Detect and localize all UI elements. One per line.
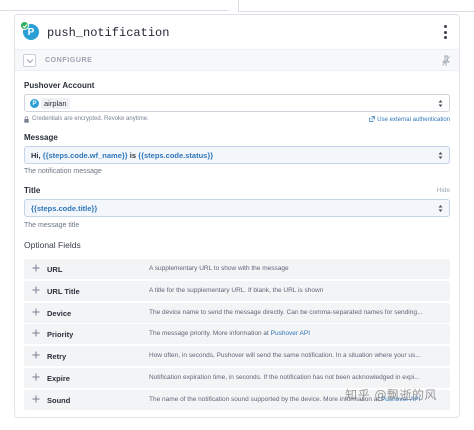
external-link-icon: [369, 116, 376, 122]
lock-icon: [24, 116, 29, 123]
title-input[interactable]: {{steps.code.title}}: [24, 199, 450, 217]
optional-field-row[interactable]: Device The device name to send the messag…: [24, 302, 450, 323]
message-value: Hi, {{steps.code.wf_name}} is {{steps.co…: [31, 151, 214, 160]
account-select[interactable]: P airplan: [24, 94, 450, 112]
updown-arrows-icon: [438, 100, 443, 107]
optional-fields-heading: Optional Fields: [24, 240, 81, 250]
optional-field-row[interactable]: URL A supplementary URL to show with the …: [24, 259, 450, 279]
chevron-down-icon[interactable]: [23, 54, 36, 67]
step-header: P push_notification: [15, 15, 459, 49]
optional-field-name: Retry: [47, 352, 67, 362]
plus-icon[interactable]: [32, 329, 40, 337]
plus-icon[interactable]: [32, 264, 40, 272]
optional-field-row[interactable]: Priority The message priority. More infor…: [24, 324, 450, 345]
optional-field-description: Notification expiration time, in seconds…: [149, 374, 420, 381]
optional-field-name: Expire: [47, 374, 70, 383]
optional-field-description: The device name to send the message dire…: [149, 308, 423, 316]
plus-icon[interactable]: [32, 308, 40, 316]
optional-field-description: A title for the supplementary URL. If bl…: [149, 286, 324, 294]
configure-section-header[interactable]: CONFIGURE: [15, 49, 459, 71]
step-title[interactable]: push_notification: [47, 26, 169, 40]
message-help: The notification message: [24, 168, 102, 175]
credentials-note: Credentials are encrypted. Revoke anytim…: [32, 116, 149, 122]
optional-field-name: Device: [47, 308, 72, 318]
credentials-row: Credentials are encrypted. Revoke anytim…: [24, 115, 450, 125]
optional-field-row[interactable]: Retry How often, in seconds, Pushover wil…: [24, 346, 450, 367]
plus-icon[interactable]: [32, 373, 40, 381]
optional-field-row[interactable]: Expire Notification expiration time, in s…: [24, 368, 450, 388]
configure-label: CONFIGURE: [45, 57, 93, 64]
optional-field-description: How often, in seconds, Pushover will sen…: [149, 352, 421, 360]
updown-arrows-icon: [438, 152, 443, 159]
account-value: airplan: [41, 98, 70, 109]
optional-field-description: A supplementary URL to show with the mes…: [149, 265, 289, 272]
check-icon: [20, 21, 29, 30]
updown-arrows-icon: [438, 205, 443, 212]
optional-field-name: Priority: [47, 330, 74, 340]
plus-icon[interactable]: [32, 286, 40, 294]
title-value: {{steps.code.title}}: [31, 204, 98, 213]
external-auth-link[interactable]: Use external authentication: [369, 116, 450, 123]
optional-field-name: Sound: [47, 395, 71, 405]
pushover-account-icon: P: [30, 99, 39, 108]
watermark: 知乎 @飘逝的风: [345, 388, 437, 402]
plus-icon[interactable]: [32, 351, 40, 359]
top-fold-edge: [0, 0, 474, 12]
optional-field-name: URL Title: [47, 286, 80, 296]
account-label: Pushover Account: [24, 81, 95, 90]
optional-field-description: The message priority. More information a…: [149, 330, 311, 338]
kebab-menu-icon[interactable]: [442, 25, 448, 39]
pushover-api-link[interactable]: Pushover API: [271, 330, 310, 337]
step-panel: P push_notification CONFIGURE Pushover A…: [14, 14, 460, 418]
title-help: The message title: [24, 222, 80, 229]
title-hide-link[interactable]: Hide: [437, 187, 450, 194]
optional-field-row[interactable]: URL Title A title for the supplementary U…: [24, 280, 450, 301]
plus-icon[interactable]: [32, 395, 40, 403]
pin-icon[interactable]: [441, 55, 451, 67]
message-input[interactable]: Hi, {{steps.code.wf_name}} is {{steps.co…: [24, 146, 450, 164]
message-label: Message: [24, 133, 58, 142]
title-label: Title: [24, 186, 41, 195]
optional-field-name: URL: [47, 265, 63, 274]
